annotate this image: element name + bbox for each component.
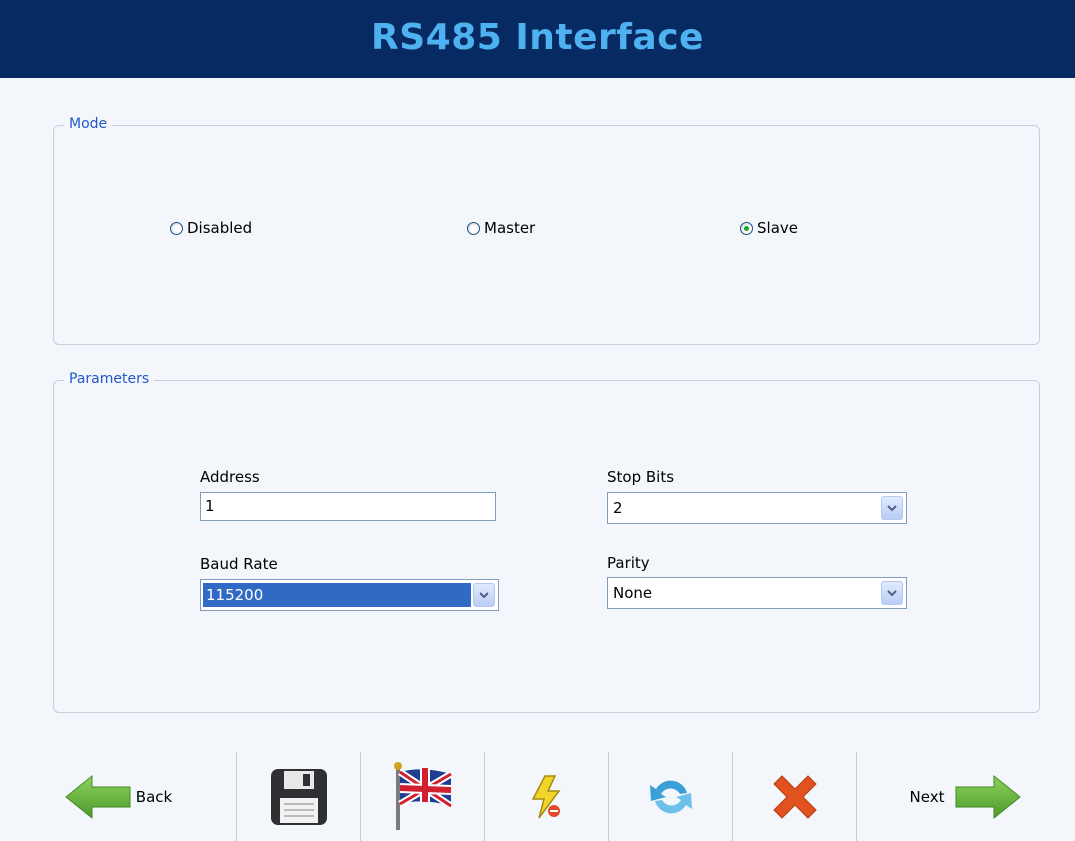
stop-bits-value: 2 xyxy=(613,499,623,517)
baud-rate-dropdown-button[interactable] xyxy=(473,583,495,607)
save-icon xyxy=(270,768,327,825)
cancel-icon xyxy=(772,774,817,819)
mode-legend: Mode xyxy=(64,116,113,132)
next-button[interactable]: Next xyxy=(857,752,1075,841)
uk-flag-icon xyxy=(393,761,453,830)
cancel-button[interactable] xyxy=(733,752,857,841)
refresh-icon xyxy=(649,780,692,813)
header-bar: RS485 Interface xyxy=(0,0,1075,78)
power-off-button[interactable] xyxy=(485,752,609,841)
parameters-group: Parameters Address 1 Baud Rate 115200 St… xyxy=(53,371,1040,713)
back-label: Back xyxy=(135,787,173,806)
baud-rate-value: 115200 xyxy=(203,583,471,607)
chevron-down-icon xyxy=(887,504,897,511)
refresh-button[interactable] xyxy=(609,752,733,841)
chevron-down-icon xyxy=(479,591,489,598)
radio-slave-label: Slave xyxy=(757,219,798,237)
baud-rate-select[interactable]: 115200 xyxy=(200,579,499,611)
parity-value: None xyxy=(613,584,653,602)
radio-disabled-label: Disabled xyxy=(187,219,253,237)
next-label: Next xyxy=(909,787,945,806)
back-button[interactable]: Back xyxy=(0,752,237,841)
radio-disabled-circle[interactable] xyxy=(170,221,183,235)
radio-slave-circle[interactable] xyxy=(740,221,753,235)
radio-slave[interactable]: Slave xyxy=(740,219,798,237)
stop-bits-select[interactable]: 2 xyxy=(607,492,907,524)
radio-master-label: Master xyxy=(484,219,536,237)
chevron-down-icon xyxy=(887,589,897,596)
power-icon xyxy=(531,774,560,818)
parity-label: Parity xyxy=(607,554,650,572)
page-title: RS485 Interface xyxy=(371,16,704,58)
radio-disabled[interactable]: Disabled xyxy=(170,219,252,237)
parity-select[interactable]: None xyxy=(607,577,907,609)
stop-bits-dropdown-button[interactable] xyxy=(881,496,903,520)
address-label: Address xyxy=(200,468,260,486)
next-arrow-icon xyxy=(955,774,1022,819)
stop-bits-label: Stop Bits xyxy=(607,468,675,486)
bottom-toolbar: Back Next xyxy=(0,752,1075,841)
save-button[interactable] xyxy=(237,752,361,841)
back-arrow-icon xyxy=(64,774,131,819)
radio-master-circle[interactable] xyxy=(467,221,480,235)
radio-master[interactable]: Master xyxy=(467,219,535,237)
baud-rate-label: Baud Rate xyxy=(200,555,278,573)
mode-group: Mode Disabled Master Slave xyxy=(53,116,1040,345)
language-button[interactable] xyxy=(361,752,485,841)
parity-dropdown-button[interactable] xyxy=(881,581,903,605)
parameters-legend: Parameters xyxy=(64,371,155,387)
address-field[interactable]: 1 xyxy=(200,492,496,521)
